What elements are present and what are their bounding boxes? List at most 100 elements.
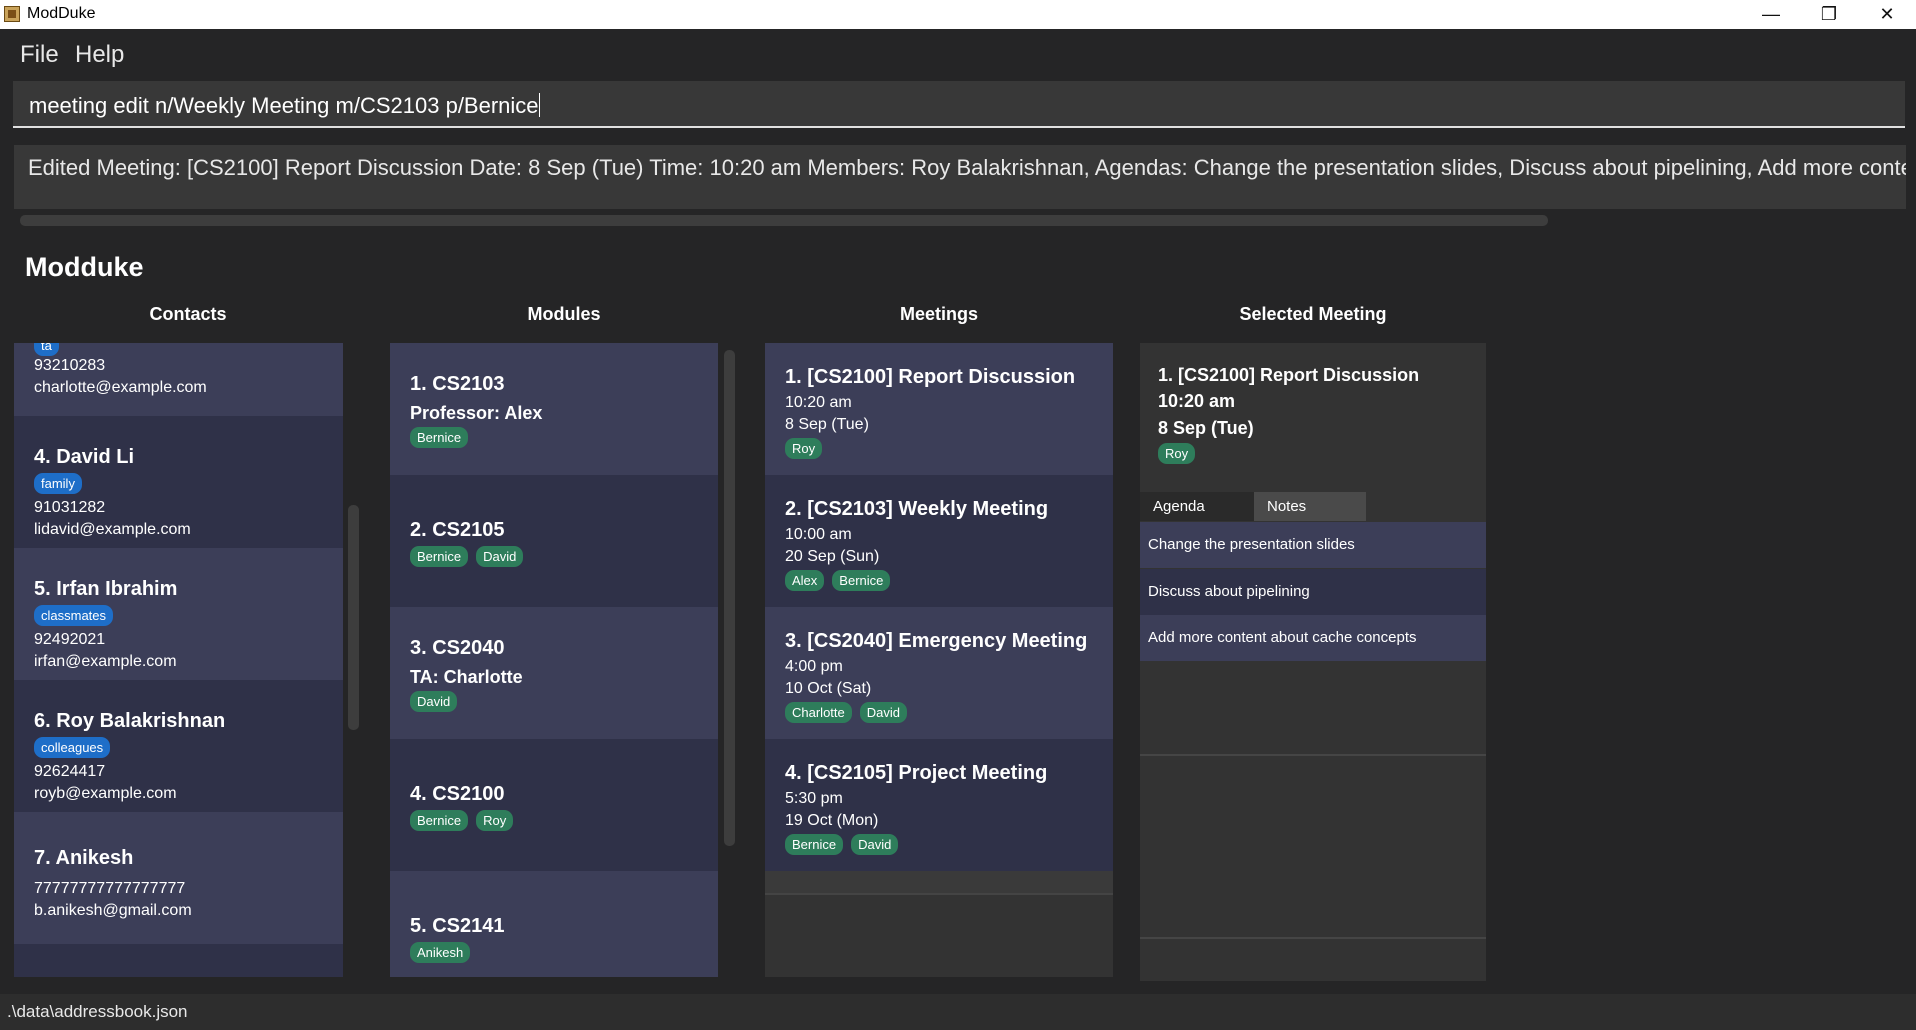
member-tag: Roy — [785, 438, 823, 459]
divider — [765, 893, 1113, 895]
window-title-bar: ModDuke — ❐ ✕ — [0, 0, 1916, 29]
selected-meeting-title: 1. [CS2100] Report Discussion — [1158, 365, 1420, 385]
member-tag: Bernice — [785, 834, 844, 855]
contact-email: royb@example.com — [34, 785, 177, 802]
contact-phone: 92624417 — [34, 763, 106, 780]
member-tag: Bernice — [410, 427, 469, 448]
command-text: meeting edit n/Weekly Meeting m/CS2103 p… — [29, 93, 540, 118]
contact-tag: ta — [34, 343, 59, 356]
close-button[interactable]: ✕ — [1858, 0, 1916, 29]
selected-meeting-time: 10:20 am — [1158, 391, 1236, 411]
list-item[interactable]: 6. Roy Balakrishnan colleagues 92624417 … — [14, 680, 343, 812]
result-horizontal-scrollbar[interactable] — [20, 215, 1548, 226]
contact-email: b.anikesh@gmail.com — [34, 902, 192, 919]
contact-name: 7. Anikesh — [34, 847, 134, 869]
meetings-title: Meetings — [899, 304, 978, 324]
command-input[interactable]: meeting edit n/Weekly Meeting m/CS2103 p… — [13, 81, 1905, 128]
module-code: 2. CS2105 — [410, 519, 505, 541]
member-tag: David — [476, 546, 524, 567]
restore-button[interactable]: ❐ — [1800, 0, 1858, 29]
empty-list-row — [765, 871, 1113, 893]
meeting-title: 2. [CS2103] Weekly Meeting — [785, 498, 1049, 520]
minimize-button[interactable]: — — [1742, 0, 1800, 29]
member-tag: David — [859, 702, 907, 723]
divider — [1140, 937, 1486, 939]
selected-meeting-panel: 1. [CS2100] Report Discussion 10:20 am 8… — [1140, 343, 1486, 981]
member-tag: Bernice — [410, 810, 469, 831]
meeting-date: 20 Sep (Sun) — [785, 548, 880, 565]
list-item[interactable]: 2. CS2105 Bernice David — [390, 475, 718, 607]
contact-tag: colleagues — [34, 737, 111, 758]
module-staff: Professor: Alex — [410, 403, 543, 423]
contact-phone: 91031282 — [34, 499, 106, 516]
meeting-time: 10:00 am — [785, 526, 852, 543]
list-item[interactable]: 4. David Li family 91031282 lidavid@exam… — [14, 416, 343, 548]
contact-phone: 93210283 — [34, 357, 106, 374]
data-file-path: .\data\addressbook.json — [7, 1002, 188, 1021]
meeting-date: 19 Oct (Mon) — [785, 812, 879, 829]
module-staff: TA: Charlotte — [410, 667, 523, 687]
meeting-title: 4. [CS2105] Project Meeting — [785, 762, 1048, 784]
tab-notes[interactable]: Notes — [1254, 492, 1366, 521]
status-bar: .\data\addressbook.json — [0, 994, 1916, 1030]
modules-scrollbar[interactable] — [724, 350, 735, 846]
menu-file[interactable]: File — [20, 41, 59, 69]
contact-name: 4. David Li — [34, 446, 135, 468]
meeting-time: 5:30 pm — [785, 790, 843, 807]
list-item[interactable]: ta 93210283 charlotte@example.com — [14, 343, 343, 416]
contacts-list[interactable]: ta 93210283 charlotte@example.com 4. Dav… — [14, 343, 343, 977]
meeting-date: 8 Sep (Tue) — [785, 416, 869, 433]
selected-meeting-title: Selected Meeting — [1239, 304, 1387, 324]
member-tag: Roy — [1158, 443, 1196, 464]
list-item[interactable] — [14, 944, 343, 977]
member-tag: Charlotte — [785, 702, 852, 723]
list-item[interactable]: 5. CS2141 Anikesh — [390, 871, 718, 977]
modules-list[interactable]: 1. CS2103 Professor: Alex Bernice 2. CS2… — [390, 343, 718, 977]
member-tag: Bernice — [832, 570, 891, 591]
app-logo-icon — [4, 6, 20, 22]
contact-tag: classmates — [34, 605, 114, 626]
list-item[interactable]: 3. CS2040 TA: Charlotte David — [390, 607, 718, 739]
result-display: Edited Meeting: [CS2100] Report Discussi… — [14, 145, 1906, 209]
menu-help[interactable]: Help — [75, 41, 124, 69]
agenda-item[interactable]: Discuss about pipelining — [1140, 569, 1486, 615]
contact-phone: 77777777777777777 — [34, 880, 186, 897]
list-item[interactable]: 3. [CS2040] Emergency Meeting 4:00 pm 10… — [765, 607, 1113, 739]
module-code: 4. CS2100 — [410, 783, 505, 805]
member-tag: Alex — [785, 570, 825, 591]
module-code: 3. CS2040 — [410, 637, 505, 659]
list-item[interactable]: 4. [CS2105] Project Meeting 5:30 pm 19 O… — [765, 739, 1113, 871]
contact-email: irfan@example.com — [34, 653, 177, 670]
contact-tag: family — [34, 473, 82, 494]
tab-agenda[interactable]: Agenda — [1140, 492, 1254, 521]
text-caret — [538, 93, 540, 117]
meetings-list[interactable]: 1. [CS2100] Report Discussion 10:20 am 8… — [765, 343, 1113, 977]
contact-email: lidavid@example.com — [34, 521, 191, 538]
list-item[interactable]: 4. CS2100 Bernice Roy — [390, 739, 718, 871]
member-tag: Bernice — [410, 546, 469, 567]
meeting-time: 4:00 pm — [785, 658, 843, 675]
contact-name: 6. Roy Balakrishnan — [34, 710, 226, 732]
contacts-scrollbar[interactable] — [348, 505, 359, 730]
modules-title: Modules — [527, 304, 601, 324]
meeting-time: 10:20 am — [785, 394, 852, 411]
menu-bar: File Help — [0, 29, 1916, 79]
member-tag: Anikesh — [410, 942, 471, 963]
list-item[interactable]: 2. [CS2103] Weekly Meeting 10:00 am 20 S… — [765, 475, 1113, 607]
meeting-title: 1. [CS2100] Report Discussion — [785, 366, 1076, 388]
divider — [1140, 754, 1486, 756]
result-text: Edited Meeting: [CS2100] Report Discussi… — [28, 155, 1906, 180]
list-item[interactable]: 5. Irfan Ibrahim classmates 92492021 irf… — [14, 548, 343, 680]
contact-name: 5. Irfan Ibrahim — [34, 578, 178, 600]
module-code: 5. CS2141 — [410, 915, 505, 937]
member-tag: David — [410, 691, 458, 712]
list-item[interactable]: 1. CS2103 Professor: Alex Bernice — [390, 343, 718, 475]
agenda-item[interactable]: Add more content about cache concepts — [1140, 615, 1486, 661]
list-item[interactable]: 7. Anikesh 77777777777777777 b.anikesh@g… — [14, 812, 343, 944]
module-code: 1. CS2103 — [410, 373, 505, 395]
member-tag: David — [851, 834, 899, 855]
member-tag: Roy — [476, 810, 514, 831]
list-item[interactable]: 1. [CS2100] Report Discussion 10:20 am 8… — [765, 343, 1113, 475]
contact-phone: 92492021 — [34, 631, 106, 648]
agenda-item[interactable]: Change the presentation slides — [1140, 522, 1486, 568]
